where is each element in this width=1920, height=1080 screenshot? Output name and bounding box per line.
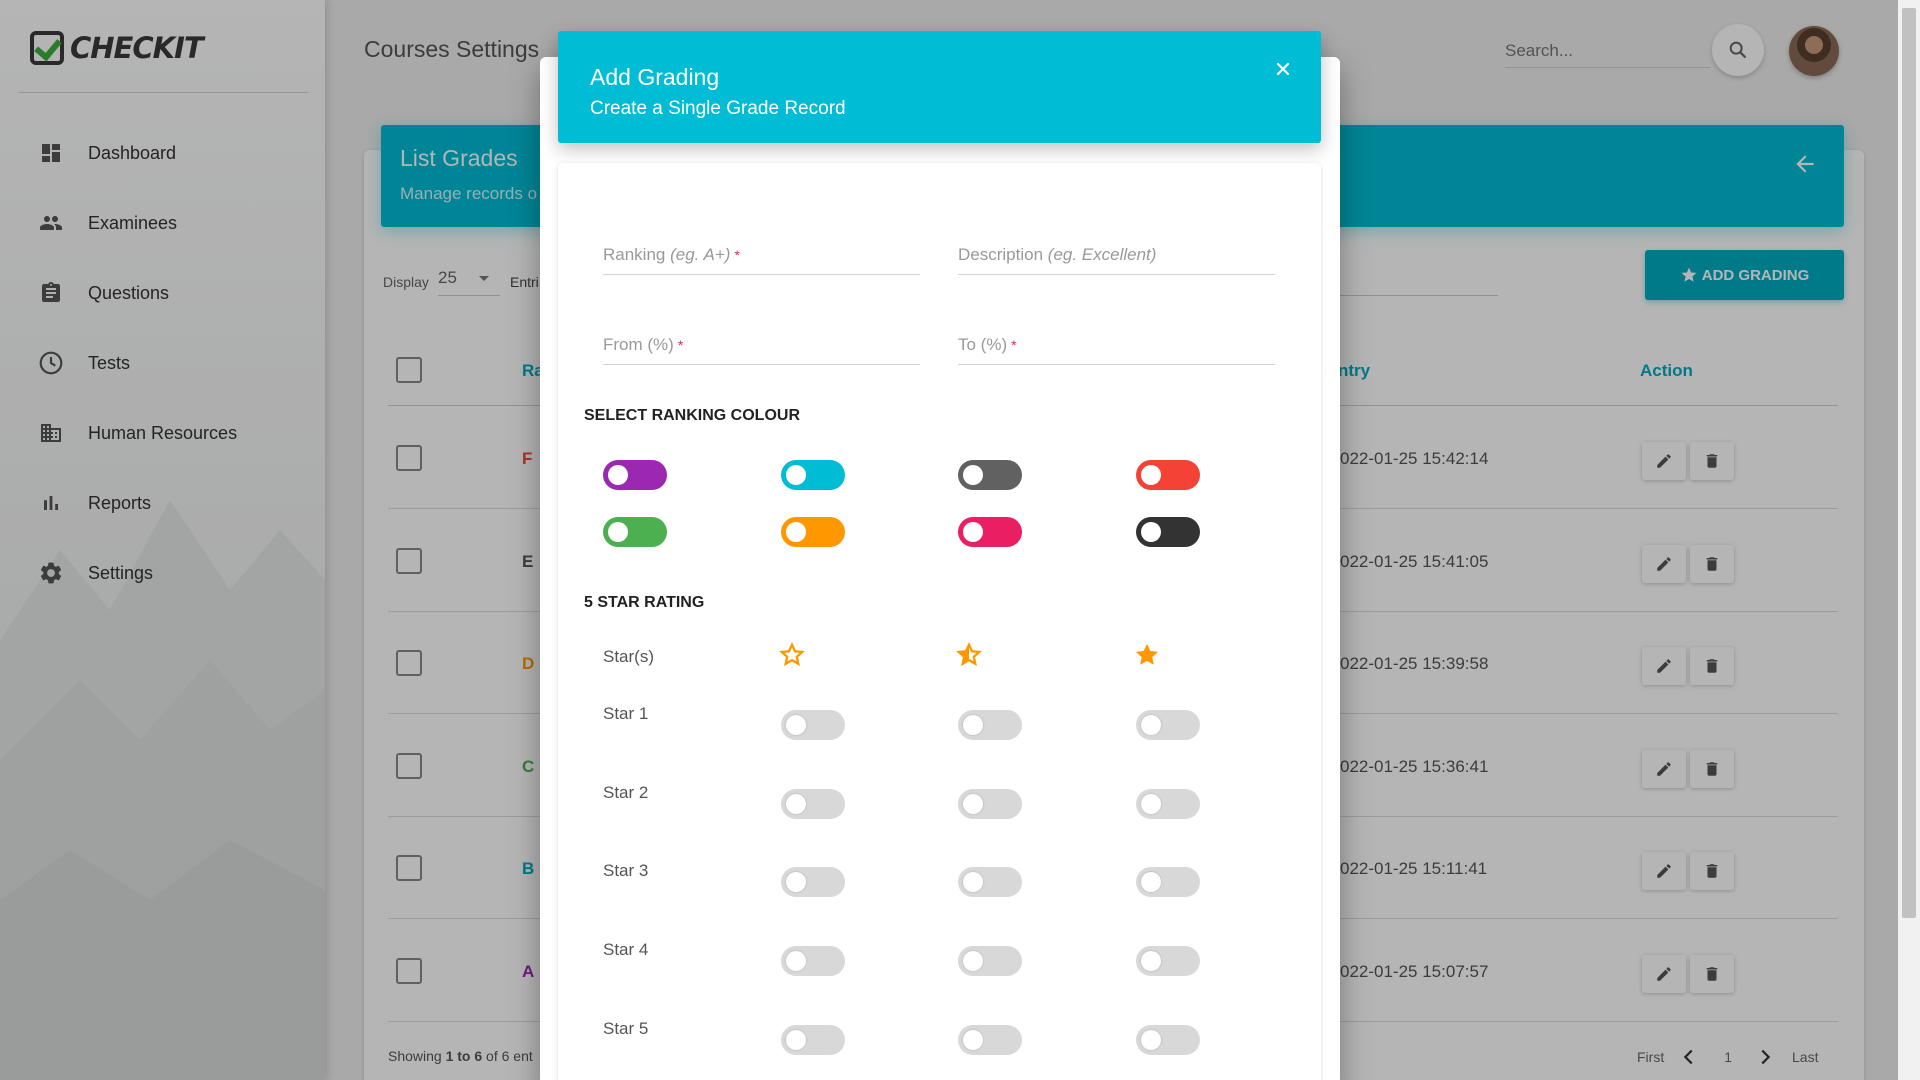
colour-toggle[interactable]: [958, 460, 1022, 490]
toggle-knob: [963, 465, 983, 485]
toggle-knob: [786, 522, 806, 542]
description-field[interactable]: Description (eg. Excellent): [958, 235, 1275, 275]
colour-toggle[interactable]: [958, 517, 1022, 547]
star-row-label: Star 5: [603, 1018, 649, 1038]
colour-toggle[interactable]: [781, 517, 845, 547]
star-outline-icon: [779, 641, 805, 667]
toggle-knob: [1141, 715, 1161, 735]
ranking-field[interactable]: Ranking (eg. A+) *: [603, 235, 920, 275]
colour-toggle[interactable]: [781, 460, 845, 490]
star-toggle[interactable]: [1136, 788, 1200, 819]
star-toggle[interactable]: [1136, 946, 1200, 977]
star-toggle[interactable]: [958, 946, 1022, 977]
toggle-knob: [786, 951, 806, 972]
toggle-knob: [1141, 872, 1161, 893]
modal-subtitle: Create a Single Grade Record: [590, 98, 846, 119]
star-row-label: Star 3: [603, 861, 649, 881]
star-toggle[interactable]: [958, 867, 1022, 898]
from-label: From (%) *: [603, 335, 684, 354]
star-row-label: Star 2: [603, 782, 649, 802]
modal-header: Add Grading Create a Single Grade Record: [558, 31, 1321, 143]
star-row-label: Star 1: [603, 704, 649, 723]
colour-toggle[interactable]: [1136, 517, 1200, 547]
colour-toggle[interactable]: [1136, 460, 1200, 490]
ranking-label: Ranking (eg. A+) *: [603, 245, 740, 264]
star-toggle[interactable]: [958, 1024, 1022, 1055]
toggle-knob: [786, 715, 806, 735]
star-header-label: Star(s): [603, 647, 654, 666]
colour-section-title: SELECT RANKING COLOUR: [584, 407, 800, 424]
colour-toggle[interactable]: [603, 517, 667, 547]
toggle-knob: [963, 715, 983, 735]
star-toggle[interactable]: [781, 867, 845, 898]
toggle-knob: [963, 522, 983, 542]
toggle-knob: [786, 793, 806, 814]
toggle-knob: [786, 465, 806, 485]
star-full-icon: [1135, 643, 1159, 665]
toggle-knob: [608, 522, 628, 542]
star-toggle[interactable]: [1136, 710, 1200, 740]
toggle-knob: [608, 465, 628, 485]
star-toggle[interactable]: [781, 788, 845, 819]
toggle-knob: [1141, 951, 1161, 972]
star-toggle[interactable]: [781, 1024, 845, 1055]
toggle-knob: [963, 951, 983, 972]
toggle-knob: [963, 1029, 983, 1050]
toggle-knob: [786, 1029, 806, 1050]
star-section-title: 5 STAR RATING: [584, 594, 705, 611]
toggle-knob: [786, 872, 806, 893]
toggle-knob: [963, 793, 983, 814]
star-row-label: Star 4: [603, 940, 649, 960]
star-toggle[interactable]: [781, 946, 845, 977]
close-icon: [1276, 62, 1290, 76]
description-label: Description (eg. Excellent): [958, 245, 1157, 264]
toggle-knob: [1141, 793, 1161, 814]
star-toggle[interactable]: [1136, 1024, 1200, 1055]
star-toggle[interactable]: [781, 710, 845, 740]
from-percent-field[interactable]: From (%) *: [603, 325, 920, 365]
to-percent-field[interactable]: To (%) *: [958, 325, 1275, 365]
colour-toggle[interactable]: [603, 460, 667, 490]
toggle-knob: [963, 872, 983, 893]
to-label: To (%) *: [958, 335, 1017, 354]
star-toggle[interactable]: [1136, 867, 1200, 898]
toggle-knob: [1141, 522, 1161, 542]
modal-title: Add Grading: [590, 64, 720, 90]
star-toggle[interactable]: [958, 788, 1022, 819]
star-toggle[interactable]: [958, 710, 1022, 740]
modal-body: Ranking (eg. A+) * Description (eg. Excel…: [558, 163, 1321, 1080]
star-half-icon: [956, 641, 982, 667]
toggle-knob: [1141, 465, 1161, 485]
toggle-knob: [1141, 1029, 1161, 1050]
scrollbar-thumb[interactable]: [1902, 8, 1916, 918]
close-button[interactable]: [1271, 57, 1295, 81]
